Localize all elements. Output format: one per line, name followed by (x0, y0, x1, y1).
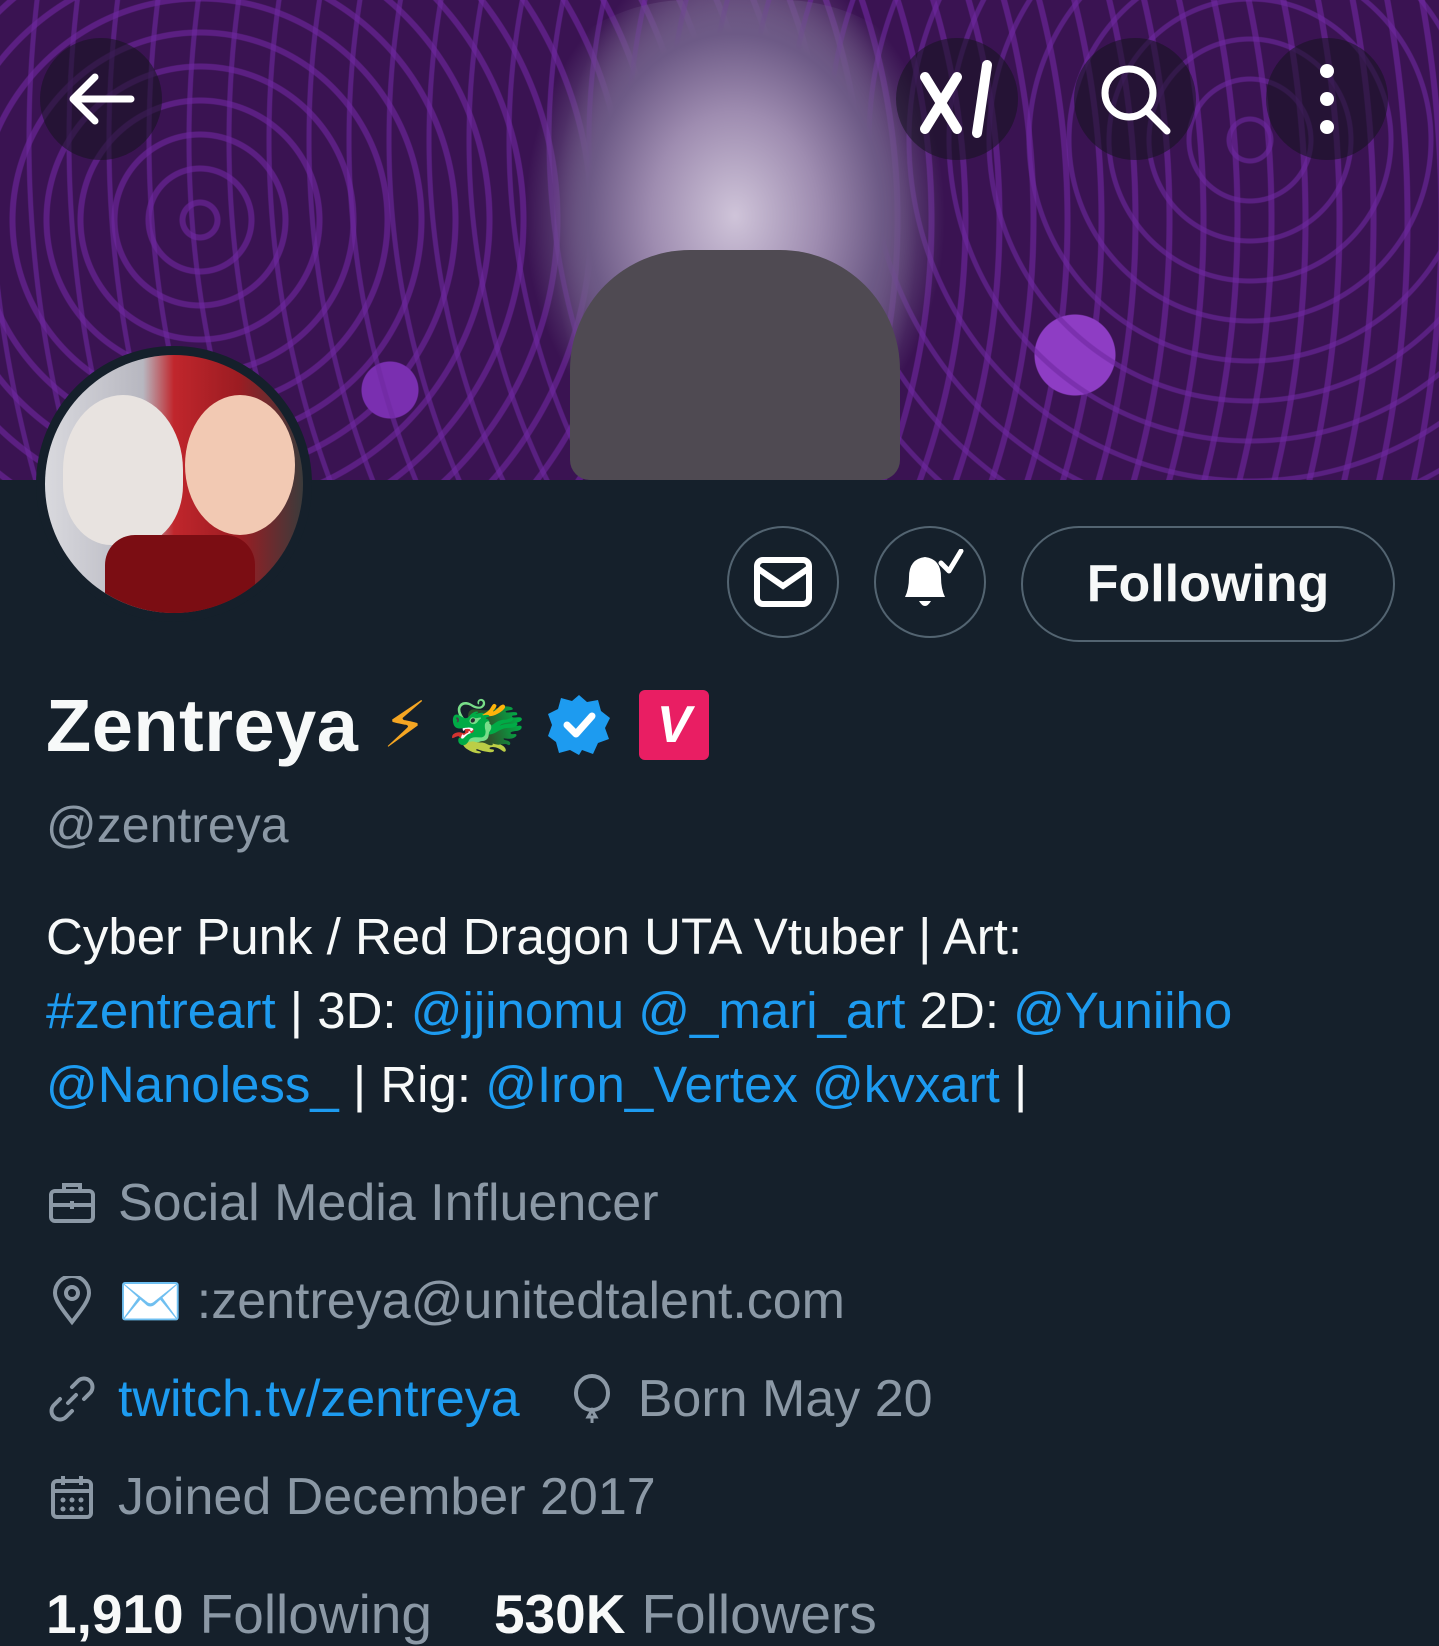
bio-mention-link[interactable]: @kvxart (812, 1056, 1000, 1113)
search-button[interactable] (1074, 38, 1196, 160)
bio-text: | Rig: (338, 1056, 486, 1113)
following-button[interactable]: Following (1021, 526, 1395, 642)
search-icon (1101, 65, 1171, 135)
grok-button[interactable] (896, 38, 1018, 160)
back-button[interactable] (40, 38, 162, 160)
followers-count: 530K (493, 1583, 626, 1645)
name-row: Zentreya ⚡ 🐲 V (46, 680, 710, 770)
category-text: Social Media Influencer (118, 1174, 659, 1232)
bell-check-icon (905, 549, 964, 606)
avatar-image (45, 355, 303, 613)
bio-mention-link[interactable]: @Yuniiho (1013, 982, 1232, 1039)
follow-stats: 1,910 Following 530K Followers (46, 1582, 877, 1646)
bio-mention-link[interactable]: @jjinomu (411, 982, 624, 1039)
affiliate-badge[interactable]: V (639, 690, 710, 760)
lightning-emoji: ⚡ (382, 688, 428, 761)
grok-icon (920, 60, 992, 138)
followers-stat[interactable]: 530K Followers (494, 1582, 877, 1646)
joined-row: Joined December 2017 (46, 1462, 656, 1532)
balloon-icon (566, 1373, 618, 1425)
followers-label: Followers (641, 1583, 877, 1645)
arrow-left-icon (69, 73, 135, 125)
following-label: Following (199, 1583, 432, 1645)
banner-character-body (570, 250, 900, 480)
more-button[interactable] (1266, 38, 1388, 160)
category-row: Social Media Influencer (46, 1168, 659, 1238)
location-text: :zentreya@unitedtalent.com (196, 1272, 845, 1330)
bio-text: Cyber Punk / Red Dragon UTA Vtuber | Art… (46, 908, 1023, 965)
calendar-icon (46, 1471, 98, 1523)
verified-badge-icon[interactable] (547, 693, 611, 757)
bio-mention-link[interactable]: @_mari_art (638, 982, 905, 1039)
envelope-icon (754, 557, 812, 607)
more-vertical-icon (1320, 64, 1334, 134)
joined-text: Joined December 2017 (118, 1468, 656, 1526)
bio-mention-link[interactable]: @Nanoless_ (46, 1056, 339, 1113)
message-button[interactable] (727, 526, 839, 638)
profile-bio: Cyber Punk / Red Dragon UTA Vtuber | Art… (46, 900, 1406, 1122)
bio-text: | (999, 1056, 1028, 1113)
notifications-button[interactable] (874, 526, 986, 638)
following-count: 1,910 (46, 1583, 184, 1645)
envelope-emoji: ✉️ (118, 1272, 183, 1331)
location-pin-icon (46, 1275, 98, 1327)
bio-hashtag-link[interactable]: #zentreart (46, 982, 276, 1039)
website-row: twitch.tv/zentreya Born May 20 (46, 1364, 933, 1434)
user-handle: @zentreya (46, 797, 289, 853)
dragon-emoji: 🐲 (447, 688, 528, 761)
link-icon (46, 1373, 98, 1425)
website-link[interactable]: twitch.tv/zentreya (118, 1369, 520, 1429)
bio-text: | 3D: (275, 982, 411, 1039)
display-name: Zentreya (46, 683, 359, 767)
bio-text: 2D: (905, 982, 1014, 1039)
avatar[interactable] (36, 346, 312, 622)
bio-mention-link[interactable]: @Iron_Vertex (485, 1056, 798, 1113)
birthday-text: Born May 20 (637, 1370, 933, 1428)
briefcase-icon (46, 1177, 98, 1229)
following-stat[interactable]: 1,910 Following (46, 1582, 432, 1646)
location-row: ✉️ :zentreya@unitedtalent.com (46, 1266, 845, 1336)
